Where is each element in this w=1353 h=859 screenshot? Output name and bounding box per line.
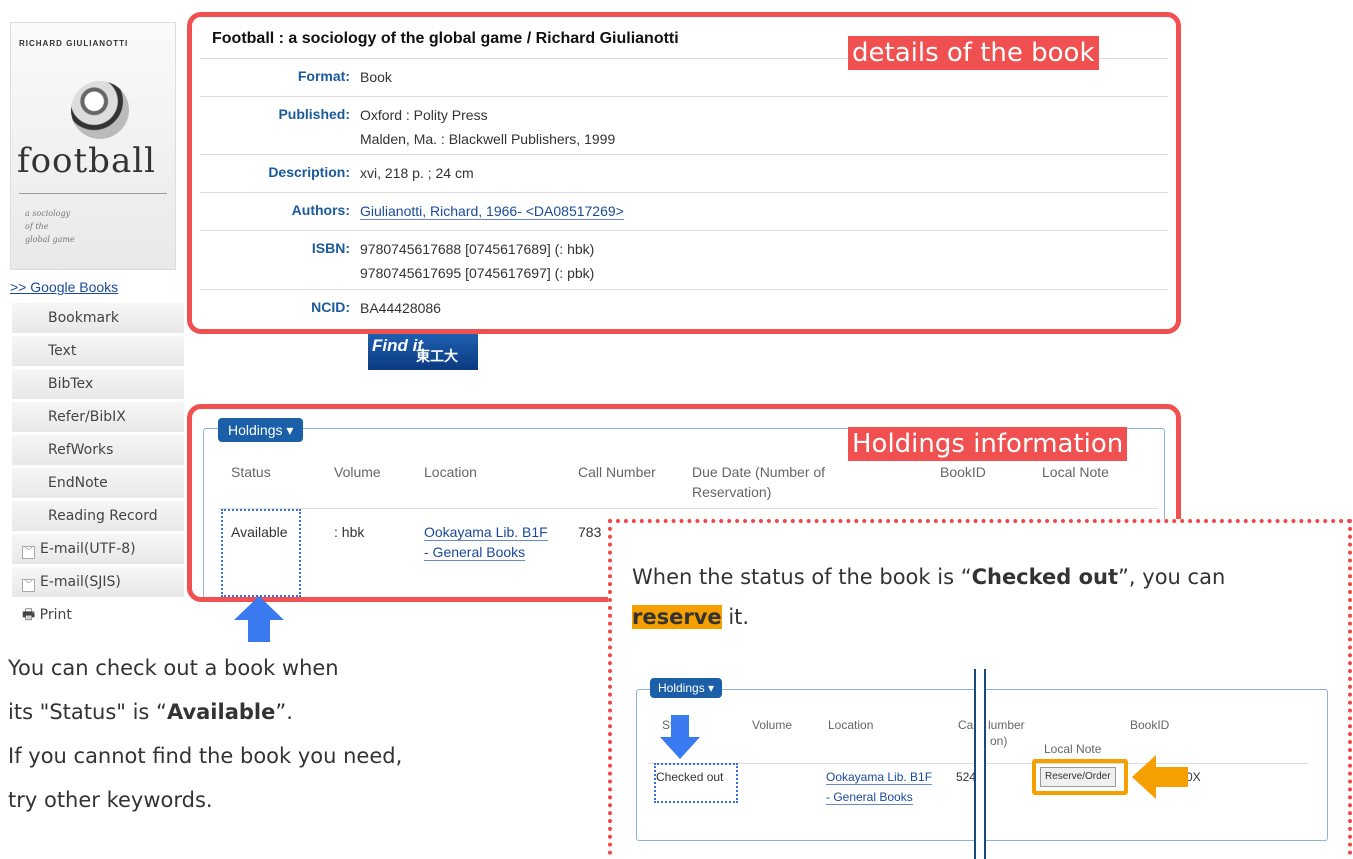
sidebar-item-label: BibTex: [48, 376, 94, 392]
sidebar-item-refer[interactable]: Refer/BibIX: [12, 402, 184, 432]
cut-mark: [974, 669, 986, 859]
reserve-order-button[interactable]: Reserve/Order: [1040, 767, 1116, 787]
sidebar-item-label: Text: [48, 343, 77, 359]
mini-header-reservation: on): [990, 734, 1008, 748]
arrow-left-icon: [1132, 755, 1188, 799]
instruction-line-1: You can check out a book when: [8, 656, 339, 680]
mini-header-local-note: Local Note: [1044, 742, 1102, 756]
cover-author: RICHARD GIULIANOTTI: [19, 39, 129, 48]
google-books-link[interactable]: >> Google Books: [10, 279, 118, 295]
mini-header-location: Location: [828, 718, 874, 732]
arrow-up-icon: [234, 596, 284, 642]
details-annotation-label: details of the book: [848, 36, 1099, 70]
reservation-tip-popup: When the status of the book is “Checked …: [608, 519, 1352, 859]
sidebar-item-label: Refer/BibIX: [48, 409, 126, 425]
sidebar-item-label: EndNote: [48, 475, 108, 491]
mini-holdings-button: Holdings ▾: [650, 678, 723, 698]
book-cover: RICHARD GIULIANOTTI football a sociology…: [10, 22, 176, 270]
football-image: [71, 81, 129, 139]
mini-bookid-value: 0X: [1186, 770, 1201, 784]
sidebar-item-endnote[interactable]: EndNote: [12, 468, 184, 498]
location-line: Ookayama Lib. B1F: [826, 770, 933, 785]
findit-button[interactable]: Find it 東工大: [368, 334, 478, 370]
sidebar-item-print[interactable]: 🖶 Print: [12, 600, 184, 622]
popup-text-part: When the status of the book is “: [632, 565, 972, 589]
mini-location-link: Ookayama Lib. B1F - General Books: [826, 767, 933, 807]
mini-header-call: Ca: [958, 718, 974, 732]
holdings-annotation-label: Holdings information: [848, 427, 1128, 461]
checkbox-icon: ﹀: [22, 546, 35, 559]
instruction-line-3: If you cannot find the book you need,: [8, 744, 403, 768]
popup-text-part: it.: [721, 605, 750, 629]
cover-subtitle: a sociology of the global game: [25, 209, 75, 244]
mini-header-volume: Volume: [752, 718, 793, 732]
popup-text: When the status of the book is “Checked …: [632, 557, 1332, 637]
cover-divider: [19, 193, 167, 194]
sidebar-item-reading-record[interactable]: Reading Record: [12, 501, 184, 531]
sidebar-item-label: E-mail(SJIS): [40, 574, 121, 590]
sidebar-item-label: Reading Record: [48, 508, 158, 524]
reserve-keyword: reserve: [632, 605, 722, 629]
sidebar-item-email-utf8[interactable]: ﹀ E-mail(UTF-8): [12, 534, 184, 564]
sidebar-item-text[interactable]: Text: [12, 336, 184, 366]
checked-out-keyword: Checked out: [971, 565, 1119, 589]
status-highlight: [221, 509, 301, 597]
popup-text-part: ”, you can: [1118, 565, 1226, 589]
sidebar-item-label: E-mail(UTF-8): [40, 541, 136, 557]
mini-header-bookid: BookID: [1130, 718, 1170, 732]
available-keyword: Available: [166, 700, 276, 724]
mini-status-highlight: [654, 763, 738, 803]
instruction-line-4: try other keywords.: [8, 788, 213, 812]
printer-icon: 🖶: [22, 607, 36, 622]
checkbox-icon: ﹀: [22, 579, 35, 592]
instruction-line-2: its "Status" is “Available”.: [8, 700, 293, 724]
sidebar-item-label: RefWorks: [48, 442, 114, 458]
findit-kanji: 東工大: [416, 348, 458, 364]
sidebar-item-bibtex[interactable]: BibTex: [12, 369, 184, 399]
arrow-down-icon: [660, 715, 700, 759]
location-line: - General Books: [826, 790, 913, 805]
sidebar-item-refworks[interactable]: RefWorks: [12, 435, 184, 465]
sidebar-item-email-sjis[interactable]: ﹀ E-mail(SJIS): [12, 567, 184, 597]
sidebar-item-label: Print: [39, 607, 72, 622]
sidebar-item-bookmark[interactable]: Bookmark: [12, 303, 184, 333]
cover-title: football: [17, 141, 156, 181]
sidebar-item-label: Bookmark: [48, 310, 119, 326]
